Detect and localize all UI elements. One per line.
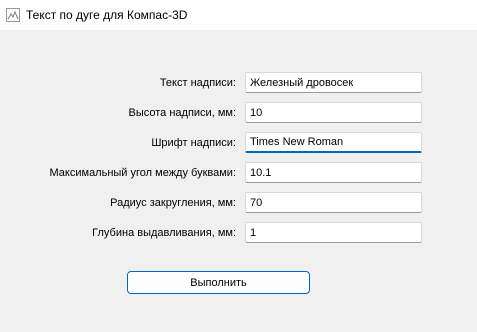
app-window-icon — [6, 8, 20, 22]
angle-label: Максимальный угол между буквами: — [49, 167, 236, 179]
window-title: Текст по дуге для Компас-3D — [26, 8, 188, 22]
run-button[interactable]: Выполнить — [127, 271, 310, 294]
depth-input[interactable] — [245, 222, 422, 243]
text-label: Текст надписи: — [159, 77, 236, 89]
form-row-height: Высота надписи, мм: — [0, 102, 477, 124]
title-bar[interactable]: Текст по дуге для Компас-3D — [0, 0, 477, 30]
form-row-angle: Максимальный угол между буквами: — [0, 162, 477, 184]
depth-label: Глубина выдавливания, мм: — [92, 227, 236, 239]
font-label: Шрифт надписи: — [151, 137, 236, 149]
form-row-radius: Радиус закругления, мм: — [0, 192, 477, 214]
form-row-depth: Глубина выдавливания, мм: — [0, 222, 477, 244]
angle-input[interactable] — [245, 162, 422, 183]
form-row-font: Шрифт надписи: — [0, 132, 477, 154]
radius-input[interactable] — [245, 192, 422, 213]
height-label: Высота надписи, мм: — [128, 107, 236, 119]
text-input[interactable] — [245, 72, 422, 93]
radius-label: Радиус закругления, мм: — [110, 197, 236, 209]
form-row-text: Текст надписи: — [0, 72, 477, 94]
font-input[interactable] — [245, 132, 422, 153]
app-window: Текст по дуге для Компас-3D Текст надпис… — [0, 0, 477, 332]
height-input[interactable] — [245, 102, 422, 123]
